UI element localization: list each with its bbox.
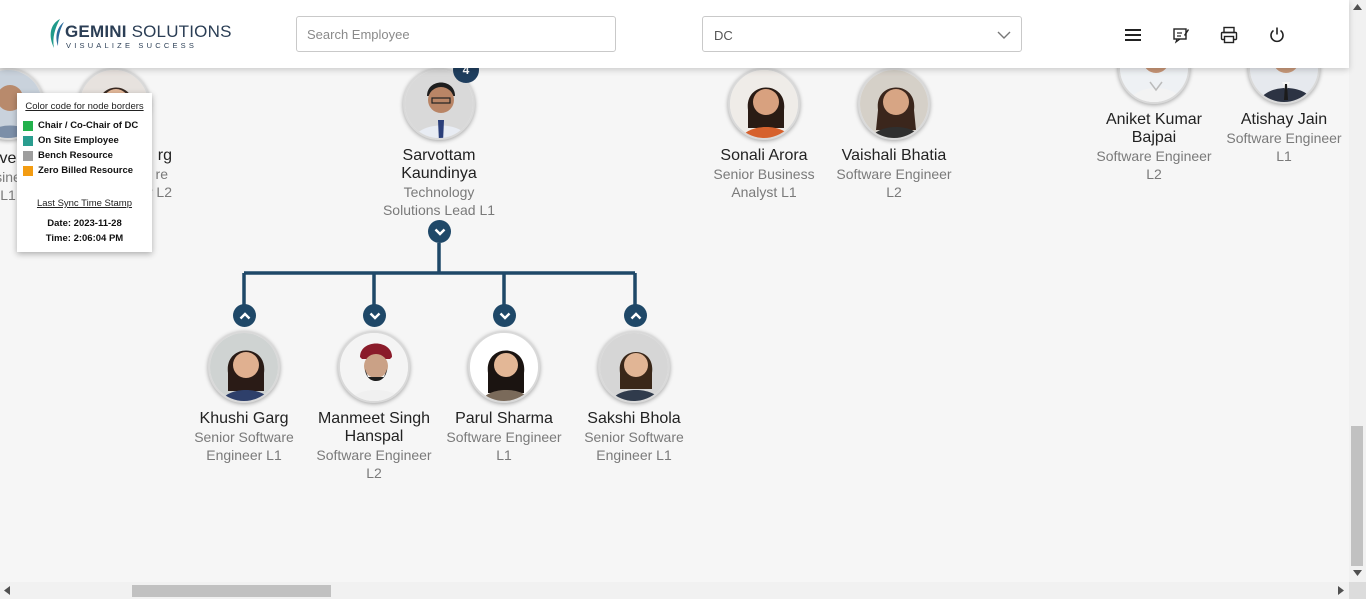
employee-role: Engineer L1 bbox=[206, 447, 282, 463]
chevron-down-icon bbox=[434, 228, 445, 236]
employee-avatar bbox=[1248, 68, 1320, 104]
scrollbar-corner bbox=[1349, 582, 1366, 599]
employee-role: Software Engineer bbox=[836, 166, 952, 182]
sync-time: Time: 2:06:04 PM bbox=[45, 233, 124, 244]
org-node-manmeet-singh-hanspal[interactable]: Manmeet Singh Hanspal Software Engineer … bbox=[304, 331, 444, 482]
search-employee-input[interactable] bbox=[296, 16, 616, 52]
sync-date: Date: 2023-11-28 bbox=[47, 218, 122, 229]
employee-role: Senior Business bbox=[713, 166, 815, 182]
employee-name: Atishay Jain bbox=[1240, 111, 1328, 128]
scroll-down-arrow-icon[interactable] bbox=[1353, 570, 1362, 576]
employee-role: L1 bbox=[496, 447, 512, 463]
employee-role: L2 bbox=[366, 465, 382, 481]
legend-panel: Color code for node borders Chair / Co-C… bbox=[17, 93, 152, 252]
leaf-logo-icon bbox=[50, 19, 64, 48]
scroll-right-arrow-icon[interactable] bbox=[1338, 586, 1344, 595]
scroll-up-arrow-icon[interactable] bbox=[1353, 4, 1362, 10]
employee-avatar bbox=[1118, 68, 1190, 104]
department-select-value: DC bbox=[714, 28, 733, 43]
employee-name: Sonali Arora bbox=[720, 147, 808, 164]
employee-name: Aniket Kumar bbox=[1105, 111, 1203, 128]
employee-role: L1 bbox=[1276, 148, 1292, 164]
employee-role: Software Engineer bbox=[316, 447, 432, 463]
print-icon[interactable] bbox=[1218, 24, 1240, 46]
employee-role: Senior Software bbox=[584, 429, 684, 445]
legend-item-label: On Site Employee bbox=[38, 135, 119, 146]
vertical-scroll-thumb[interactable] bbox=[1351, 426, 1363, 566]
menu-icon[interactable] bbox=[1122, 24, 1144, 46]
employee-role: L2 bbox=[1146, 166, 1162, 182]
employee-role: Technology bbox=[403, 184, 475, 200]
employee-name-line-2: Kaundinya bbox=[401, 165, 477, 182]
legend-item-chair: Chair / Co-Chair of DC bbox=[23, 120, 138, 131]
employee-name: Manmeet Singh bbox=[317, 410, 431, 427]
legend-swatch bbox=[23, 150, 33, 161]
employee-name-line-2: Hanspal bbox=[344, 428, 404, 445]
org-node-sonali-arora[interactable]: Sonali Arora Senior Business Analyst L1 bbox=[694, 68, 834, 201]
employee-avatar bbox=[728, 68, 800, 140]
employee-avatar bbox=[598, 331, 670, 403]
top-header: GEMINI SOLUTIONS VISUALIZE SUCCESS DC bbox=[0, 0, 1349, 68]
logo-tagline: VISUALIZE SUCCESS bbox=[66, 41, 198, 50]
employee-role: Software Engineer bbox=[446, 429, 562, 445]
feedback-icon[interactable] bbox=[1170, 24, 1192, 46]
employee-role: Software Engineer bbox=[1096, 148, 1212, 164]
chevron-down-icon bbox=[499, 312, 510, 320]
department-select[interactable]: DC bbox=[702, 16, 1022, 52]
chevron-down-icon bbox=[997, 31, 1011, 39]
legend-item-label: Chair / Co-Chair of DC bbox=[38, 120, 139, 131]
employee-role: L2 bbox=[886, 184, 902, 200]
collapse-toggle-button[interactable] bbox=[363, 304, 386, 327]
employee-name: Sarvottam bbox=[402, 147, 476, 164]
legend-item-label: Zero Billed Resource bbox=[38, 165, 134, 176]
horizontal-scrollbar[interactable] bbox=[0, 582, 1349, 599]
employee-name: Vaishali Bhatia bbox=[841, 147, 947, 164]
org-node-sarvottam-kaundinya[interactable]: 4 Sarvottam Kaundinya Technology Solutio… bbox=[369, 68, 509, 219]
employee-role: Solutions Lead L1 bbox=[382, 202, 496, 218]
org-node-aniket-kumar-bajpai[interactable]: Aniket Kumar Bajpai Software Engineer L2 bbox=[1084, 68, 1224, 183]
collapse-toggle-button[interactable] bbox=[428, 220, 451, 243]
expand-toggle-button[interactable] bbox=[624, 304, 647, 327]
employee-role: Senior Software bbox=[194, 429, 294, 445]
collapse-toggle-button[interactable] bbox=[493, 304, 516, 327]
org-node-vaishali-bhatia[interactable]: Vaishali Bhatia Software Engineer L2 bbox=[824, 68, 964, 201]
sync-title: Last Sync Time Stamp bbox=[36, 198, 133, 209]
employee-name: Khushi Garg bbox=[199, 410, 289, 427]
employee-role: Software Engineer bbox=[1226, 130, 1342, 146]
org-node-sakshi-bhola[interactable]: Sakshi Bhola Senior Software Engineer L1 bbox=[564, 331, 704, 464]
org-node-parul-sharma[interactable]: Parul Sharma Software Engineer L1 bbox=[434, 331, 574, 464]
employee-avatar bbox=[858, 68, 930, 140]
employee-role: Engineer L1 bbox=[596, 447, 672, 463]
employee-name: Sakshi Bhola bbox=[587, 410, 681, 427]
power-icon[interactable] bbox=[1266, 24, 1288, 46]
chevron-up-icon bbox=[239, 311, 250, 319]
vertical-scrollbar[interactable] bbox=[1349, 0, 1366, 582]
company-logo[interactable]: GEMINI SOLUTIONS VISUALIZE SUCCESS bbox=[46, 18, 231, 52]
logo-wordmark: GEMINI SOLUTIONS bbox=[65, 22, 232, 41]
employee-avatar bbox=[208, 331, 280, 403]
scroll-left-arrow-icon[interactable] bbox=[4, 586, 10, 595]
employee-avatar bbox=[338, 331, 410, 403]
legend-item-onsite: On Site Employee bbox=[23, 135, 119, 146]
employee-avatar bbox=[468, 331, 540, 403]
legend-swatch bbox=[23, 165, 33, 176]
chevron-up-icon bbox=[630, 311, 641, 319]
legend-swatch bbox=[23, 135, 33, 146]
legend-item-bench: Bench Resource bbox=[23, 150, 113, 161]
org-chart-canvas[interactable]: ve sine L1 rg re Engineer L2 4 Sarvottam… bbox=[0, 68, 1349, 582]
employee-role: Analyst L1 bbox=[731, 184, 797, 200]
legend-item-label: Bench Resource bbox=[38, 150, 113, 161]
legend-item-zero-billed: Zero Billed Resource bbox=[23, 165, 133, 176]
org-node-khushi-garg[interactable]: Khushi Garg Senior Software Engineer L1 bbox=[174, 331, 314, 464]
employee-name-line-2: Bajpai bbox=[1131, 129, 1177, 146]
horizontal-scroll-thumb[interactable] bbox=[132, 585, 331, 597]
employee-name: Parul Sharma bbox=[455, 410, 553, 427]
expand-toggle-button[interactable] bbox=[233, 304, 256, 327]
chevron-down-icon bbox=[369, 312, 380, 320]
legend-swatch bbox=[23, 120, 33, 131]
org-node-atishay-jain[interactable]: Atishay Jain Software Engineer L1 bbox=[1214, 68, 1349, 165]
legend-title: Color code for node borders bbox=[25, 101, 144, 112]
